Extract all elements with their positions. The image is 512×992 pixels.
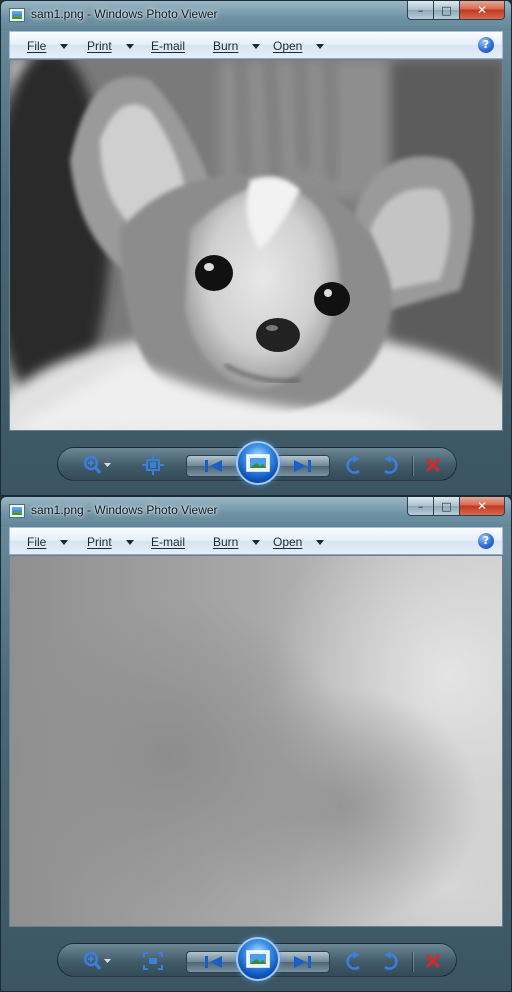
delete-icon[interactable] — [422, 951, 444, 971]
menu-file[interactable]: File — [27, 535, 69, 549]
menu-open-label: Open — [273, 535, 303, 549]
slideshow-button[interactable] — [236, 937, 280, 981]
zoom-icon[interactable] — [82, 951, 112, 971]
chevron-down-icon — [60, 43, 69, 49]
toolbar-separator — [412, 456, 413, 476]
menu-burn-label: Burn — [213, 535, 239, 549]
app-icon[interactable] — [9, 8, 25, 22]
rotate-counterclockwise-icon[interactable] — [344, 951, 366, 971]
chevron-down-icon — [60, 539, 69, 545]
menu-bar: File Print E-mail Burn Open ? — [9, 527, 503, 555]
slideshow-button[interactable] — [236, 441, 280, 485]
menu-open-label: Open — [273, 39, 303, 53]
menu-print-label: Print — [87, 535, 112, 549]
next-icon[interactable] — [280, 457, 324, 475]
zoom-icon[interactable] — [82, 455, 112, 475]
window-title: sam1.png - Windows Photo Viewer — [31, 503, 218, 517]
chevron-down-icon — [252, 43, 261, 49]
dog-photo — [10, 60, 502, 430]
chevron-down-icon — [125, 539, 134, 545]
help-icon[interactable]: ? — [478, 37, 494, 53]
menu-print[interactable]: Print — [87, 39, 134, 53]
menu-open[interactable]: Open — [273, 535, 325, 549]
help-icon[interactable]: ? — [478, 533, 494, 549]
fit-to-window-icon[interactable] — [142, 951, 164, 971]
rotate-clockwise-icon[interactable] — [378, 951, 400, 971]
photo-viewer-window-1: sam1.png - Windows Photo Viewer – □ ✕ Fi… — [0, 0, 512, 496]
image-viewport[interactable] — [9, 59, 503, 431]
close-button[interactable]: ✕ — [460, 1, 505, 20]
slideshow-icon — [246, 454, 270, 472]
chevron-down-icon — [316, 539, 325, 545]
delete-icon[interactable] — [422, 455, 444, 475]
menu-file-label: File — [27, 39, 47, 53]
title-bar[interactable]: sam1.png - Windows Photo Viewer – □ ✕ — [1, 1, 511, 31]
menu-email[interactable]: E-mail — [151, 535, 185, 549]
chevron-down-icon — [125, 43, 134, 49]
rotate-counterclockwise-icon[interactable] — [344, 455, 366, 475]
menu-burn-label: Burn — [213, 39, 239, 53]
toolbar-separator — [412, 952, 413, 972]
caption-buttons: – □ ✕ — [407, 497, 505, 516]
menu-email[interactable]: E-mail — [151, 39, 185, 53]
blurred-photo — [10, 556, 502, 926]
menu-file-label: File — [27, 535, 47, 549]
photo-viewer-window-2: sam1.png - Windows Photo Viewer – □ ✕ Fi… — [0, 496, 512, 992]
minimize-button[interactable]: – — [407, 497, 434, 516]
menu-burn[interactable]: Burn — [213, 535, 261, 549]
next-icon[interactable] — [280, 953, 324, 971]
window-title: sam1.png - Windows Photo Viewer — [31, 7, 218, 21]
image-viewport[interactable] — [9, 555, 503, 927]
menu-print-label: Print — [87, 39, 112, 53]
minimize-button[interactable]: – — [407, 1, 434, 20]
menu-burn[interactable]: Burn — [213, 39, 261, 53]
title-bar[interactable]: sam1.png - Windows Photo Viewer – □ ✕ — [1, 497, 511, 527]
menu-print[interactable]: Print — [87, 535, 134, 549]
menu-bar: File Print E-mail Burn Open ? — [9, 31, 503, 59]
app-icon[interactable] — [9, 504, 25, 518]
menu-email-label: E-mail — [151, 39, 186, 53]
menu-email-label: E-mail — [151, 535, 186, 549]
control-bar — [57, 441, 457, 485]
previous-icon[interactable] — [192, 457, 236, 475]
control-bar — [57, 937, 457, 981]
menu-open[interactable]: Open — [273, 39, 325, 53]
caption-buttons: – □ ✕ — [407, 1, 505, 20]
actual-size-icon[interactable] — [142, 455, 164, 475]
maximize-button[interactable]: □ — [434, 497, 460, 516]
chevron-down-icon — [316, 43, 325, 49]
maximize-button[interactable]: □ — [434, 1, 460, 20]
rotate-clockwise-icon[interactable] — [378, 455, 400, 475]
previous-icon[interactable] — [192, 953, 236, 971]
chevron-down-icon — [252, 539, 261, 545]
close-button[interactable]: ✕ — [460, 497, 505, 516]
slideshow-icon — [246, 950, 270, 968]
menu-file[interactable]: File — [27, 39, 69, 53]
